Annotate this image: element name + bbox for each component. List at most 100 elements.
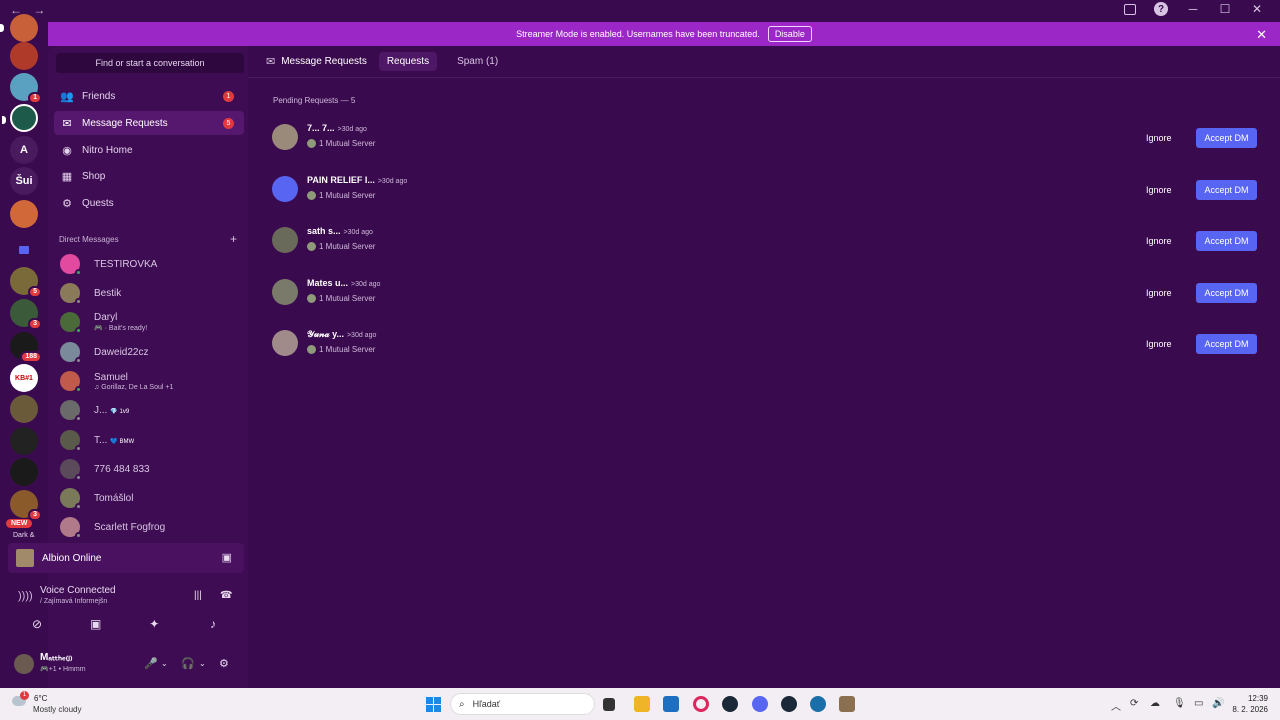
server-icon[interactable] bbox=[10, 427, 38, 455]
microphone-icon[interactable]: 🎤 bbox=[144, 657, 158, 670]
dm-item[interactable]: T... 💙 BMW bbox=[54, 426, 244, 454]
network-icon[interactable]: ☁ bbox=[1150, 698, 1160, 709]
request-row[interactable]: Mates u... >30d ago 1 Mutual Server Ignor… bbox=[272, 273, 1260, 313]
ignore-button[interactable]: Ignore bbox=[1140, 283, 1178, 303]
accept-dm-button[interactable]: Accept DM bbox=[1196, 180, 1257, 200]
microphone-icon[interactable]: 🎙 bbox=[1173, 698, 1186, 709]
chevron-down-icon[interactable]: ⌄ bbox=[199, 659, 206, 668]
nav-friends[interactable]: 👥 Friends 1 bbox=[54, 84, 244, 108]
soundboard-icon[interactable]: ♪ bbox=[190, 614, 236, 634]
voice-channel-name[interactable]: / Zajímavá Informejšn bbox=[40, 598, 107, 605]
server-icon[interactable]: 5 bbox=[10, 267, 42, 298]
steam-icon[interactable] bbox=[810, 696, 826, 712]
ignore-button[interactable]: Ignore bbox=[1140, 128, 1178, 148]
server-icon[interactable] bbox=[2, 104, 38, 132]
signal-icon[interactable]: )))) bbox=[18, 590, 33, 602]
server-icon[interactable]: 3 bbox=[10, 490, 42, 521]
user-name[interactable]: Mₐₜₜₕₑ₍ⱼ₎ bbox=[40, 652, 72, 663]
task-view-icon[interactable] bbox=[603, 698, 615, 711]
speaker-icon[interactable]: 🔊 bbox=[1212, 698, 1224, 709]
request-row[interactable]: 7... 7... >30d ago 1 Mutual Server Ignore… bbox=[272, 118, 1260, 158]
sync-icon[interactable]: ⟳ bbox=[1130, 698, 1138, 709]
accept-dm-button[interactable]: Accept DM bbox=[1196, 231, 1257, 251]
server-icon[interactable] bbox=[0, 14, 38, 42]
stream-game-icon[interactable]: ▣ bbox=[222, 551, 232, 564]
close-banner-icon[interactable]: ✕ bbox=[1256, 27, 1267, 43]
minimize-icon[interactable]: ─ bbox=[1186, 2, 1200, 16]
dm-item[interactable]: TESTIROVKA bbox=[54, 250, 244, 278]
message-requests-title: ✉ Message Requests bbox=[266, 55, 367, 68]
nav-message-requests[interactable]: ✉ Message Requests 5 bbox=[54, 111, 244, 135]
noise-suppression-icon[interactable]: ||| bbox=[194, 590, 202, 601]
server-icon bbox=[307, 345, 316, 354]
discord-icon[interactable] bbox=[752, 696, 768, 712]
file-explorer-icon[interactable] bbox=[634, 696, 650, 712]
settings-gear-icon[interactable]: ⚙ bbox=[219, 657, 229, 670]
mutual-servers: 1 Mutual Server bbox=[307, 242, 375, 251]
server-sui[interactable]: Šui bbox=[10, 167, 38, 195]
server-icon[interactable]: 3 bbox=[10, 299, 42, 330]
accept-dm-button[interactable]: Accept DM bbox=[1196, 128, 1257, 148]
dm-item[interactable]: J... 💎 1v9 bbox=[54, 396, 244, 424]
request-row[interactable]: sath s... >30d ago 1 Mutual Server Ignore… bbox=[272, 221, 1260, 261]
tab-spam[interactable]: Spam (1) bbox=[449, 52, 506, 71]
store-icon[interactable] bbox=[663, 696, 679, 712]
dm-item[interactable]: Tomášlol bbox=[54, 484, 244, 512]
ignore-button[interactable]: Ignore bbox=[1140, 180, 1178, 200]
windows-start-icon[interactable] bbox=[426, 697, 441, 712]
request-name: sath s... >30d ago bbox=[307, 226, 373, 236]
app-icon[interactable] bbox=[781, 696, 797, 712]
activities-icon[interactable]: ✦ bbox=[131, 614, 177, 634]
albion-online-icon[interactable] bbox=[839, 696, 855, 712]
disable-streamer-button[interactable]: Disable bbox=[767, 26, 812, 42]
find-conversation-button[interactable]: Find or start a conversation bbox=[56, 53, 244, 73]
tab-requests[interactable]: Requests bbox=[378, 52, 438, 71]
dm-item[interactable]: Daweid22cz bbox=[54, 338, 244, 366]
nav-label: Friends bbox=[82, 90, 116, 102]
create-dm-icon[interactable]: + bbox=[230, 232, 237, 246]
request-time: >30d ago bbox=[351, 281, 381, 288]
help-icon[interactable]: ? bbox=[1154, 2, 1168, 16]
server-icon[interactable]: 188 bbox=[10, 332, 42, 363]
avatar bbox=[272, 227, 298, 253]
server-icon[interactable] bbox=[10, 458, 38, 486]
server-kb[interactable]: KB#1 bbox=[10, 364, 38, 392]
user-avatar[interactable] bbox=[14, 654, 34, 674]
disconnect-icon[interactable]: ☎ bbox=[220, 590, 232, 601]
inbox-icon[interactable] bbox=[1124, 3, 1136, 15]
clock[interactable]: 12:39 8. 2. 2026 bbox=[1228, 693, 1268, 715]
opera-icon[interactable] bbox=[693, 696, 709, 712]
server-letter-a[interactable]: A bbox=[10, 136, 38, 164]
request-row[interactable]: 𝒴𝓊𝓃𝒶 y... >30d ago 1 Mutual Server Ignore… bbox=[272, 324, 1260, 364]
folder-icon[interactable] bbox=[10, 236, 38, 264]
now-playing-game[interactable]: Albion Online ▣ bbox=[8, 543, 244, 573]
dm-item[interactable]: Daryl 🎮 · Bait's ready! bbox=[54, 308, 244, 336]
dm-item[interactable]: Scarlett Fogfrog bbox=[54, 513, 244, 541]
dm-item[interactable]: Bestik bbox=[54, 279, 244, 307]
headphones-icon[interactable]: 🎧 bbox=[181, 657, 195, 670]
server-icon[interactable] bbox=[10, 42, 38, 70]
nav-shop[interactable]: ▦ Shop bbox=[54, 164, 244, 188]
nav-nitro-home[interactable]: ◉ Nitro Home bbox=[54, 138, 244, 162]
server-icon[interactable] bbox=[10, 395, 38, 423]
ignore-button[interactable]: Ignore bbox=[1140, 334, 1178, 354]
chevron-down-icon[interactable]: ⌄ bbox=[161, 659, 168, 668]
steam-icon[interactable] bbox=[722, 696, 738, 712]
accept-dm-button[interactable]: Accept DM bbox=[1196, 283, 1257, 303]
screen-share-icon[interactable]: ▣ bbox=[73, 614, 119, 634]
taskbar-search[interactable]: ⌕ Hľadať bbox=[450, 693, 595, 715]
nav-quests[interactable]: ⚙ Quests bbox=[54, 191, 244, 215]
dm-item[interactable]: Samuel ♫ Gorillaz, De La Soul +1 bbox=[54, 367, 244, 395]
request-row[interactable]: PAIN RELIEF I... >30d ago 1 Mutual Server… bbox=[272, 170, 1260, 210]
close-window-icon[interactable]: ✕ bbox=[1250, 2, 1264, 16]
camera-off-icon[interactable]: ⊘ bbox=[14, 614, 60, 634]
monitor-icon[interactable]: ▭ bbox=[1194, 698, 1203, 709]
server-icon[interactable]: 1 bbox=[10, 73, 42, 104]
dm-item[interactable]: 776 484 833 bbox=[54, 455, 244, 483]
server-icon[interactable] bbox=[10, 200, 38, 228]
ignore-button[interactable]: Ignore bbox=[1140, 231, 1178, 251]
voice-connected-label[interactable]: Voice Connected bbox=[40, 585, 116, 596]
accept-dm-button[interactable]: Accept DM bbox=[1196, 334, 1257, 354]
maximize-icon[interactable]: ☐ bbox=[1218, 2, 1232, 16]
chevron-up-icon[interactable]: ︿ bbox=[1111, 698, 1121, 713]
